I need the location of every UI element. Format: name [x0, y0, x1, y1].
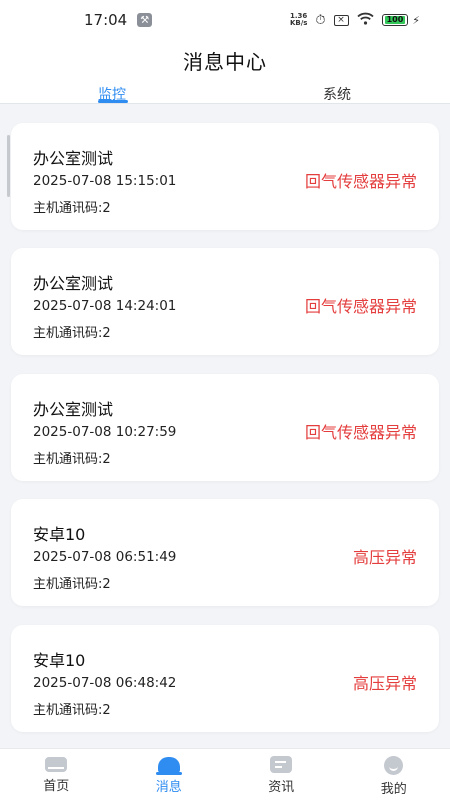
message-host-code: 主机通讯码:2: [33, 326, 111, 341]
news-icon: [270, 756, 293, 773]
message-time: 2025-07-08 06:48:42: [33, 675, 177, 691]
battery-icon: 100: [381, 14, 409, 26]
status-icons: 1.36 KB/s ⏱ × 100 ⚡: [290, 12, 420, 29]
message-card[interactable]: 安卓10 2025-07-08 06:48:42 主机通讯码:2 高压异常: [11, 625, 439, 732]
tab-bar: 监控 系统: [0, 84, 450, 104]
charging-bolt-icon: ⚡: [412, 13, 420, 27]
message-time: 2025-07-08 06:51:49: [33, 549, 177, 565]
message-title: 安卓10: [33, 651, 86, 670]
nav-label: 资讯: [268, 780, 295, 795]
message-title: 办公室测试: [33, 400, 114, 419]
message-time: 2025-07-08 15:15:01: [33, 173, 177, 189]
active-tab-indicator: [98, 100, 128, 103]
status-time: 17:04: [84, 11, 128, 29]
message-icon: [155, 757, 182, 775]
message-title: 办公室测试: [33, 274, 114, 293]
screen: 17:04 ⚒ 1.36 KB/s ⏱ × 100 ⚡ 消息中心 监控 系统 办…: [0, 0, 450, 800]
nav-news[interactable]: 资讯: [225, 749, 338, 800]
message-host-code: 主机通讯码:2: [33, 452, 111, 467]
tab-system[interactable]: 系统: [277, 84, 397, 104]
message-card[interactable]: 办公室测试 2025-07-08 10:27:59 主机通讯码:2 回气传感器异…: [11, 374, 439, 481]
wrench-icon: ⚒: [137, 13, 153, 27]
message-status: 高压异常: [352, 674, 417, 693]
message-time: 2025-07-08 10:27:59: [33, 424, 177, 440]
message-title: 办公室测试: [33, 149, 114, 168]
net-speed: 1.36 KB/s: [290, 13, 307, 27]
message-list[interactable]: 办公室测试 2025-07-08 15:15:01 主机通讯码:2 回气传感器异…: [0, 105, 450, 748]
battery-level: 100: [384, 15, 406, 24]
alarm-off-icon: ⏱: [315, 12, 326, 28]
bottom-nav: 首页 消息 资讯 我的: [0, 748, 450, 800]
nav-messages[interactable]: 消息: [113, 749, 226, 800]
message-status: 回气传感器异常: [304, 172, 417, 191]
wifi-icon: [356, 12, 374, 29]
header: 消息中心 监控 系统: [0, 40, 450, 104]
home-icon: [45, 757, 68, 772]
message-status: 高压异常: [352, 548, 417, 567]
page-title: 消息中心: [183, 50, 267, 74]
message-time: 2025-07-08 14:24:01: [33, 298, 177, 314]
message-status: 回气传感器异常: [304, 423, 417, 442]
nav-home[interactable]: 首页: [0, 749, 113, 800]
scrollbar-thumb[interactable]: [7, 135, 10, 197]
message-card[interactable]: 安卓10 2025-07-08 06:51:49 主机通讯码:2 高压异常: [11, 499, 439, 606]
nav-label: 消息: [155, 780, 182, 795]
nav-label: 我的: [380, 782, 407, 797]
message-host-code: 主机通讯码:2: [33, 577, 111, 592]
message-card[interactable]: 办公室测试 2025-07-08 15:15:01 主机通讯码:2 回气传感器异…: [11, 123, 439, 230]
message-status: 回气传感器异常: [304, 297, 417, 316]
mine-icon: [384, 756, 404, 775]
nav-label: 首页: [43, 779, 70, 794]
status-bar: 17:04 ⚒ 1.36 KB/s ⏱ × 100 ⚡: [0, 0, 450, 40]
message-host-code: 主机通讯码:2: [33, 703, 111, 718]
no-sim-icon: ×: [333, 14, 349, 26]
message-card[interactable]: 办公室测试 2025-07-08 14:24:01 主机通讯码:2 回气传感器异…: [11, 248, 439, 355]
message-host-code: 主机通讯码:2: [33, 201, 111, 216]
net-speed-unit: KB/s: [289, 19, 308, 27]
message-title: 安卓10: [33, 525, 86, 544]
nav-mine[interactable]: 我的: [338, 749, 450, 800]
